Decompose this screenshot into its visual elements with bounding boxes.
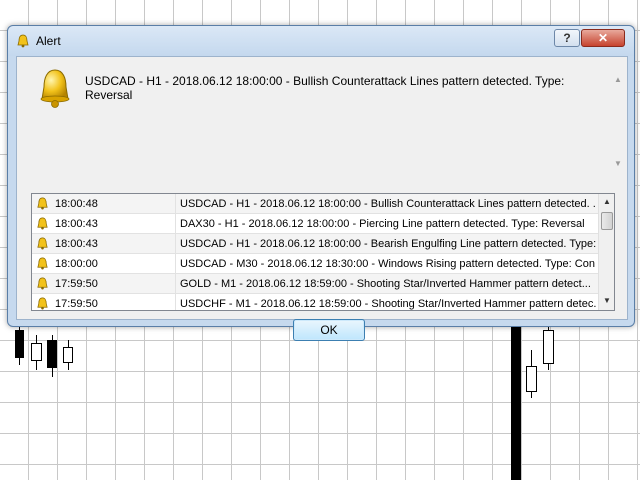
alert-text: USDCAD - H1 - 2018.06.12 18:00:00 - Bull… [180, 198, 596, 210]
bell-icon [37, 217, 48, 230]
bell-icon [40, 69, 70, 108]
list-scrollbar[interactable]: ▲ ▼ [598, 194, 614, 310]
list-item[interactable]: 17:59:50 GOLD - M1 - 2018.06.12 18:59:00 … [32, 274, 598, 294]
list-item[interactable]: 18:00:43 DAX30 - H1 - 2018.06.12 18:00:00… [32, 214, 598, 234]
alert-text: DAX30 - H1 - 2018.06.12 18:00:00 - Pierc… [180, 218, 585, 230]
alert-message: USDCAD - H1 - 2018.06.12 18:00:00 - Bull… [85, 74, 565, 102]
bell-icon [37, 257, 48, 270]
candle-bullish [31, 343, 42, 361]
list-item[interactable]: 18:00:48 USDCAD - H1 - 2018.06.12 18:00:0… [32, 194, 598, 214]
alerts-list[interactable]: 18:00:48 USDCAD - H1 - 2018.06.12 18:00:0… [31, 193, 615, 311]
candle-bearish [15, 330, 24, 358]
bell-icon [37, 277, 48, 290]
column-divider [175, 194, 176, 214]
alert-time: 18:00:43 [55, 218, 98, 230]
alert-text: USDCAD - H1 - 2018.06.12 18:00:00 - Bear… [180, 238, 596, 250]
bell-icon [37, 237, 48, 250]
scroll-up-icon[interactable]: ▲ [603, 197, 611, 206]
dialog-client-area: USDCAD - H1 - 2018.06.12 18:00:00 - Bull… [16, 56, 628, 341]
list-item[interactable]: 17:59:50 USDCHF - M1 - 2018.06.12 18:59:0… [32, 294, 598, 310]
close-button[interactable]: ✕ [581, 29, 625, 47]
candle-bullish [526, 366, 537, 392]
close-icon: ✕ [597, 31, 609, 45]
alert-dialog: Alert ? ✕ USDCAD - H1 - 2018.06.12 18:00… [7, 25, 635, 341]
column-divider [175, 274, 176, 294]
title-bar[interactable]: Alert ? ✕ [8, 26, 634, 56]
scroll-up-icon[interactable]: ▲ [614, 75, 622, 84]
column-divider [175, 294, 176, 310]
candle-bearish [47, 340, 57, 368]
bell-icon [37, 297, 48, 310]
column-divider [175, 234, 176, 254]
help-button[interactable]: ? [554, 29, 580, 47]
candle-bearish [511, 325, 521, 480]
alert-text: USDCHF - M1 - 2018.06.12 18:59:00 - Shoo… [180, 298, 596, 310]
alert-text: GOLD - M1 - 2018.06.12 18:59:00 - Shooti… [180, 278, 591, 290]
help-label: ? [563, 31, 571, 45]
scroll-thumb[interactable] [601, 212, 613, 230]
alert-time: 17:59:50 [55, 298, 98, 310]
window-title: Alert [36, 34, 61, 48]
alert-time: 17:59:50 [55, 278, 98, 290]
list-item[interactable]: 18:00:00 USDCAD - M30 - 2018.06.12 18:30:… [32, 254, 598, 274]
ok-button[interactable]: OK [293, 319, 365, 341]
alert-text: USDCAD - M30 - 2018.06.12 18:30:00 - Win… [180, 258, 596, 270]
alert-time: 18:00:00 [55, 258, 98, 270]
column-divider [175, 254, 176, 274]
alert-time: 18:00:43 [55, 238, 98, 250]
bell-icon [37, 197, 48, 210]
scroll-down-icon[interactable]: ▼ [614, 159, 622, 168]
alert-time: 18:00:48 [55, 198, 98, 210]
scroll-down-icon[interactable]: ▼ [603, 296, 611, 305]
message-scrollbar[interactable]: ▲ ▼ [611, 67, 627, 177]
column-divider [175, 214, 176, 234]
candle-bullish [63, 347, 73, 363]
candle-bullish [543, 330, 554, 364]
bell-icon [17, 34, 29, 48]
list-item[interactable]: 18:00:43 USDCAD - H1 - 2018.06.12 18:00:0… [32, 234, 598, 254]
